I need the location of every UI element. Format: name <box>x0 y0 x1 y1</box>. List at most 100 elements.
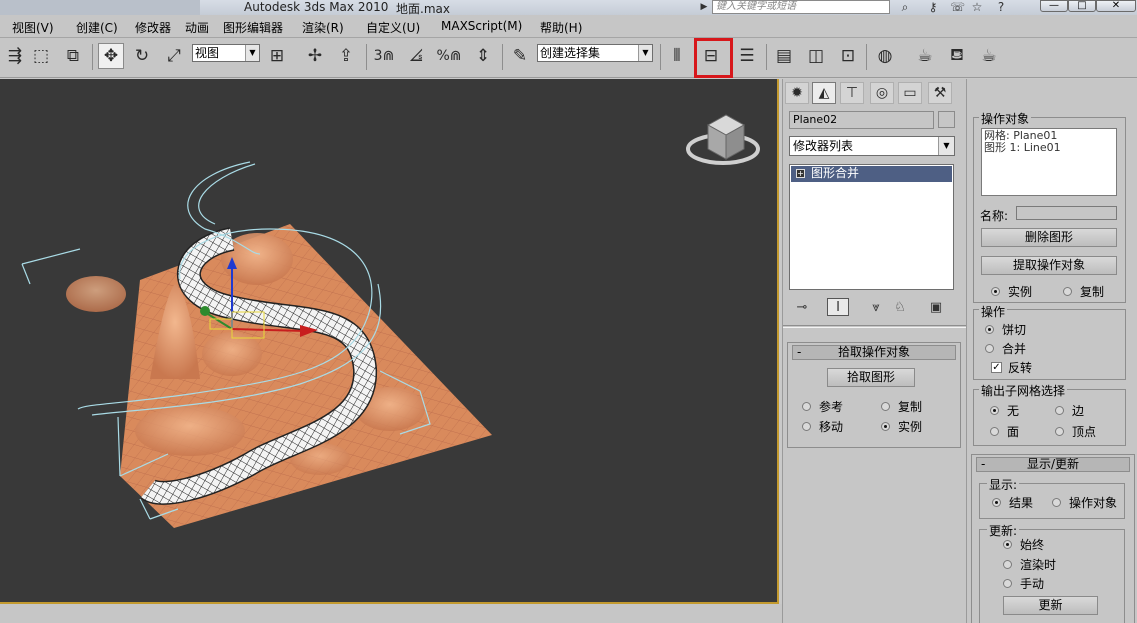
update-always[interactable]: 始终 <box>1003 536 1044 553</box>
select-by-name-icon[interactable]: ⇶ <box>2 43 28 69</box>
curve-editor-icon[interactable]: ◫ <box>803 43 829 69</box>
keyboard-shortcut-icon[interactable]: ⇪ <box>333 43 359 69</box>
menu-customize[interactable]: 自定义(U) <box>366 19 420 36</box>
viewcube[interactable] <box>686 114 760 165</box>
extract-operand-button[interactable]: 提取操作对象 <box>981 256 1117 275</box>
output-none[interactable]: 无 <box>990 402 1019 419</box>
invert-checkbox[interactable]: ✓ <box>991 362 1002 373</box>
radio-output-face[interactable] <box>990 427 999 436</box>
help-icon[interactable]: ? <box>994 0 1008 14</box>
layer-manager-icon[interactable]: ☰ <box>734 43 760 69</box>
mirror-icon[interactable]: ⫴ <box>664 43 690 69</box>
update-button[interactable]: 更新 <box>1003 596 1098 615</box>
show-end-result-icon[interactable]: I <box>827 298 849 316</box>
display-update-header[interactable]: - 显示/更新 <box>976 457 1130 472</box>
selection-region-icon[interactable]: ⬚ <box>28 43 54 69</box>
search-expand-icon[interactable]: ▶ <box>698 1 710 13</box>
radio-instance[interactable] <box>881 422 890 431</box>
operation-cookie-cutter[interactable]: 饼切 <box>985 321 1026 338</box>
radio-display-operands[interactable] <box>1052 498 1061 507</box>
schematic-view-icon[interactable]: ⊡ <box>835 43 861 69</box>
edit-named-selection-icon[interactable]: ✎ <box>507 43 533 69</box>
display-result[interactable]: 结果 <box>992 494 1033 511</box>
radio-merge[interactable] <box>985 344 994 353</box>
configure-modifier-sets-icon[interactable]: ▣ <box>925 298 947 316</box>
menu-maxscript[interactable]: MAXScript(M) <box>441 19 522 33</box>
option-reference[interactable]: 参考 <box>802 398 843 415</box>
radio-output-edge[interactable] <box>1055 406 1064 415</box>
radio-extract-instance[interactable] <box>991 287 1000 296</box>
terrain-plane[interactable] <box>66 224 492 528</box>
maximize-button[interactable]: □ <box>1068 0 1096 12</box>
spinner-snap-icon[interactable]: ⇕ <box>470 43 496 69</box>
render-setup-icon[interactable]: ☕ <box>912 43 938 69</box>
radio-update-when-rendering[interactable] <box>1003 560 1012 569</box>
material-editor-icon[interactable]: ◍ <box>872 43 898 69</box>
menu-modifiers[interactable]: 修改器 <box>135 19 171 36</box>
radio-extract-copy[interactable] <box>1063 287 1072 296</box>
manipulate-icon[interactable]: ✢ <box>302 43 328 69</box>
radio-output-none[interactable] <box>990 406 999 415</box>
extract-instance-option[interactable]: 实例 <box>991 283 1032 300</box>
pick-operand-header[interactable]: - 拾取操作对象 <box>792 345 956 360</box>
pivot-center-icon[interactable]: ⊞ <box>264 43 290 69</box>
update-when-rendering[interactable]: 渲染时 <box>1003 556 1056 573</box>
reference-coordinate-dropdown[interactable]: 视图 ▼ <box>192 44 260 62</box>
window-crossing-icon[interactable]: ⧉ <box>60 43 86 69</box>
binoculars-icon[interactable]: ⌕ <box>898 0 912 14</box>
select-move-icon[interactable]: ✥ <box>98 43 124 69</box>
perspective-viewport[interactable] <box>0 79 779 604</box>
percent-snap-icon[interactable]: % ⋒ <box>436 43 462 69</box>
select-rotate-icon[interactable]: ↻ <box>129 43 155 69</box>
extract-copy-option[interactable]: 复制 <box>1063 283 1104 300</box>
pick-shape-button[interactable]: 拾取图形 <box>827 368 915 387</box>
favorites-star-icon[interactable]: ☆ <box>970 0 984 14</box>
minimize-button[interactable]: — <box>1040 0 1068 12</box>
menu-create[interactable]: 创建(C) <box>76 19 118 36</box>
expand-icon[interactable]: + <box>796 169 805 178</box>
make-unique-icon[interactable]: ⩔ <box>865 298 887 316</box>
menu-rendering[interactable]: 渲染(R) <box>302 19 344 36</box>
display-tab-icon[interactable]: ▭ <box>898 82 922 104</box>
output-face[interactable]: 面 <box>990 423 1019 440</box>
utilities-tab-icon[interactable]: ⚒ <box>928 82 952 104</box>
hierarchy-tab-icon[interactable]: ⊤ <box>840 82 864 104</box>
graphite-tools-icon[interactable]: ▤ <box>771 43 797 69</box>
option-instance[interactable]: 实例 <box>881 418 922 435</box>
radio-update-manually[interactable] <box>1003 579 1012 588</box>
remove-modifier-icon[interactable]: ♘ <box>889 298 911 316</box>
menu-animation[interactable]: 动画 <box>185 19 209 36</box>
named-selection-set-dropdown[interactable]: 创建选择集 ▼ <box>537 44 653 62</box>
rendered-frame-window-icon[interactable]: ⛾ <box>944 43 970 69</box>
menu-help[interactable]: 帮助(H) <box>540 19 582 36</box>
update-manually[interactable]: 手动 <box>1003 575 1044 592</box>
object-name-field[interactable]: Plane02 <box>789 111 934 129</box>
operation-merge[interactable]: 合并 <box>985 340 1026 357</box>
snaps-toggle-icon[interactable]: 3 ⋒ <box>371 43 397 69</box>
radio-move[interactable] <box>802 422 811 431</box>
radio-output-vertex[interactable] <box>1055 427 1064 436</box>
search-input[interactable]: 键入关键字或短语 <box>712 0 890 14</box>
close-button[interactable]: ✕ <box>1096 0 1136 12</box>
angle-snap-icon[interactable]: ⦞ <box>403 43 429 69</box>
output-vertex[interactable]: 顶点 <box>1055 423 1096 440</box>
motion-tab-icon[interactable]: ◎ <box>870 82 894 104</box>
key-icon[interactable]: ⚷ <box>926 0 940 14</box>
pin-stack-icon[interactable]: ⊸ <box>791 298 813 316</box>
option-move[interactable]: 移动 <box>802 418 843 435</box>
stack-item-shapemerge[interactable]: + 图形合并 <box>791 166 952 182</box>
radio-reference[interactable] <box>802 402 811 411</box>
modify-tab-icon[interactable]: ◭ <box>812 82 836 104</box>
invert-option[interactable]: ✓ 反转 <box>991 359 1032 376</box>
radio-copy[interactable] <box>881 402 890 411</box>
operands-list[interactable]: 网格: Plane01 图形 1: Line01 <box>981 128 1117 196</box>
radio-display-result[interactable] <box>992 498 1001 507</box>
display-operands[interactable]: 操作对象 <box>1052 494 1117 511</box>
delete-shape-button[interactable]: 删除图形 <box>981 228 1117 247</box>
operand-name-field[interactable] <box>1016 206 1117 220</box>
menu-graph-editors[interactable]: 图形编辑器 <box>223 19 283 36</box>
menu-view[interactable]: 视图(V) <box>12 19 54 36</box>
operand-item[interactable]: 图形 1: Line01 <box>984 142 1114 154</box>
option-copy[interactable]: 复制 <box>881 398 922 415</box>
render-production-icon[interactable]: ☕ <box>976 43 1002 69</box>
